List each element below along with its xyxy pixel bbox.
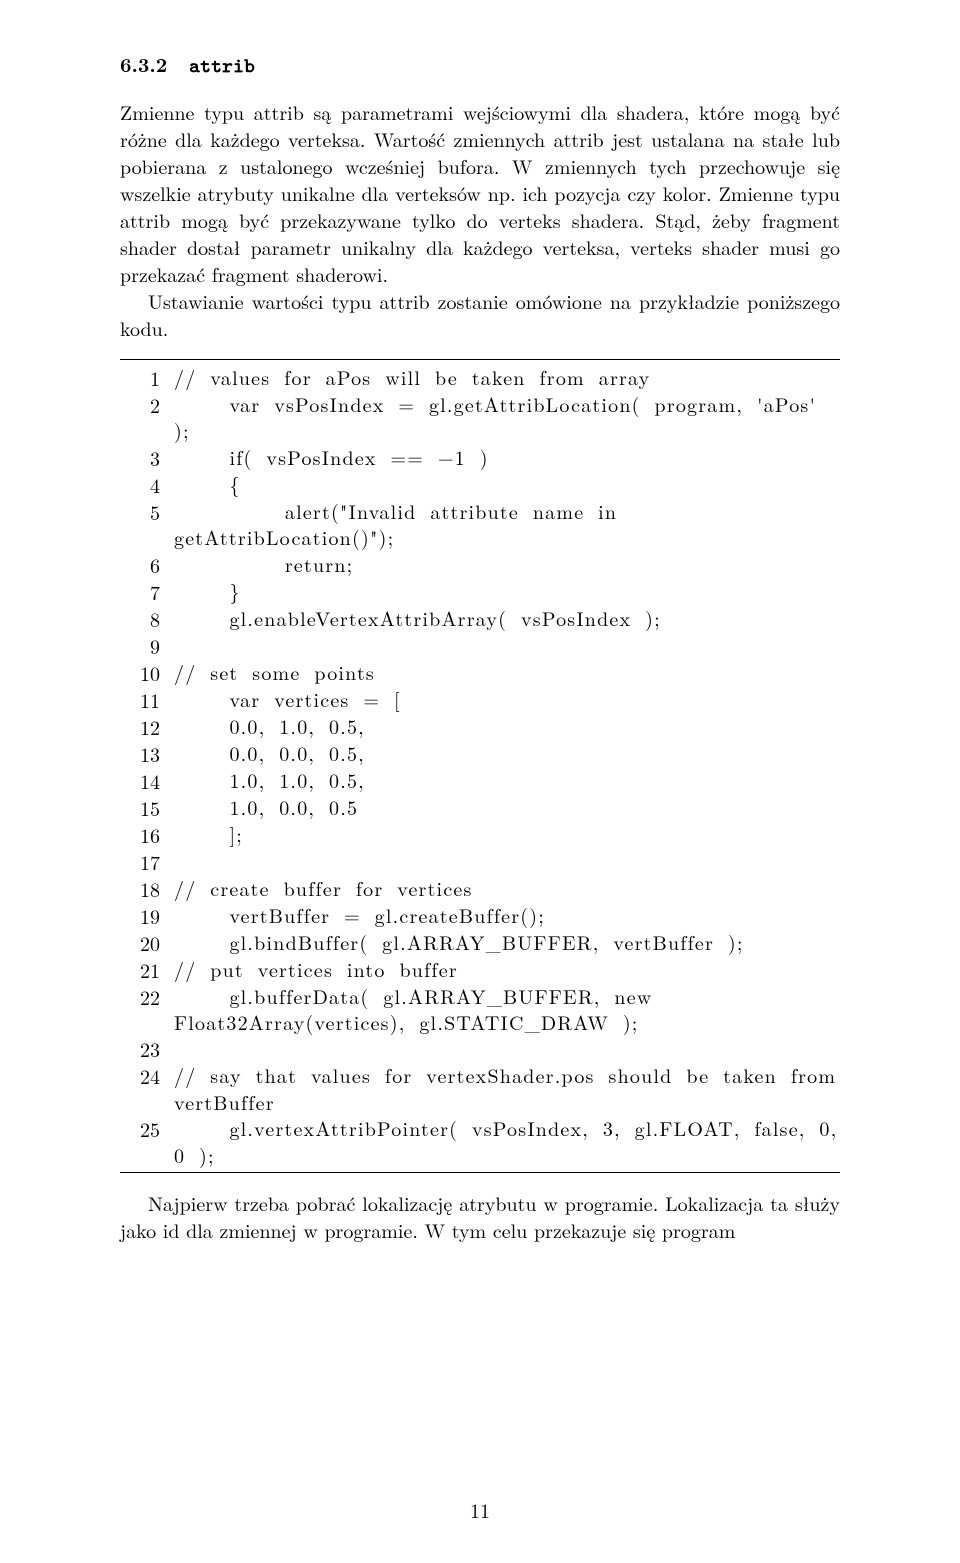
code-row: 13 0.0, 0.0, 0.5,: [120, 740, 840, 767]
line-number: 16: [120, 821, 174, 848]
code-text: alert("Invalid attribute name in getAttr…: [174, 498, 840, 551]
heading-number: 6.3.2: [120, 49, 167, 78]
line-number: 22: [120, 983, 174, 1010]
code-text: {: [174, 471, 840, 497]
code-text: // say that values for vertexShader.pos …: [174, 1062, 840, 1115]
line-number: 10: [120, 659, 174, 686]
section-heading: 6.3.2 attrib: [120, 50, 840, 80]
code-row: 24// say that values for vertexShader.po…: [120, 1062, 840, 1115]
code-text: }: [174, 578, 840, 604]
code-row: 18// create buffer for vertices: [120, 875, 840, 902]
line-number: 1: [120, 364, 174, 391]
code-row: 4 {: [120, 471, 840, 498]
code-row: 23: [120, 1035, 840, 1062]
code-row: 15 1.0, 0.0, 0.5: [120, 794, 840, 821]
line-number: 4: [120, 471, 174, 498]
page-number: 11: [0, 1496, 960, 1523]
code-text: // put vertices into buffer: [174, 956, 840, 982]
line-number: 20: [120, 929, 174, 956]
code-row: 8 gl.enableVertexAttribArray( vsPosIndex…: [120, 605, 840, 632]
code-listing: 1// values for aPos will be taken from a…: [120, 359, 840, 1173]
code-row: 25 gl.vertexAttribPointer( vsPosIndex, 3…: [120, 1115, 840, 1168]
code-text: // set some points: [174, 659, 840, 685]
line-number: 21: [120, 956, 174, 983]
code-row: 17: [120, 848, 840, 875]
code-text: 1.0, 0.0, 0.5: [174, 794, 840, 820]
code-row: 11 var vertices = [: [120, 686, 840, 713]
code-row: 22 gl.bufferData( gl.ARRAY_BUFFER, new F…: [120, 983, 840, 1036]
code-text: gl.bufferData( gl.ARRAY_BUFFER, new Floa…: [174, 983, 840, 1036]
line-number: 14: [120, 767, 174, 794]
line-number: 19: [120, 902, 174, 929]
code-text: gl.enableVertexAttribArray( vsPosIndex )…: [174, 605, 840, 631]
code-row: 16 ];: [120, 821, 840, 848]
line-number: 23: [120, 1035, 174, 1062]
line-number: 8: [120, 605, 174, 632]
page: 6.3.2 attrib Zmienne typu attrib są param…: [0, 0, 960, 1563]
code-text: vertBuffer = gl.createBuffer();: [174, 902, 840, 928]
line-number: 13: [120, 740, 174, 767]
code-row: 10// set some points: [120, 659, 840, 686]
line-number: 6: [120, 551, 174, 578]
code-text: ];: [174, 821, 840, 847]
paragraph-3: Najpierw trzeba pobrać lokalizację atryb…: [120, 1189, 840, 1243]
line-number: 17: [120, 848, 174, 875]
code-text: var vertices = [: [174, 686, 840, 712]
code-text: if( vsPosIndex == −1 ): [174, 444, 840, 470]
heading-title: attrib: [189, 53, 255, 79]
code-text: var vsPosIndex = gl.getAttribLocation( p…: [174, 391, 840, 444]
paragraph-3-text: Najpierw trzeba pobrać lokalizację atryb…: [120, 1189, 840, 1243]
code-row: 7 }: [120, 578, 840, 605]
code-row: 20 gl.bindBuffer( gl.ARRAY_BUFFER, vertB…: [120, 929, 840, 956]
code-row: 2 var vsPosIndex = gl.getAttribLocation(…: [120, 391, 840, 444]
code-row: 12 0.0, 1.0, 0.5,: [120, 713, 840, 740]
code-row: 3 if( vsPosIndex == −1 ): [120, 444, 840, 471]
line-number: 24: [120, 1062, 174, 1089]
code-row: 21// put vertices into buffer: [120, 956, 840, 983]
line-number: 15: [120, 794, 174, 821]
code-row: 9: [120, 632, 840, 659]
code-text: gl.bindBuffer( gl.ARRAY_BUFFER, vertBuff…: [174, 929, 840, 955]
code-text: 1.0, 1.0, 0.5,: [174, 767, 840, 793]
code-text: return;: [174, 551, 840, 577]
line-number: 12: [120, 713, 174, 740]
code-text: // values for aPos will be taken from ar…: [174, 364, 840, 390]
paragraph-1: Zmienne typu attrib są parametrami wejśc…: [120, 98, 840, 287]
code-text: // create buffer for vertices: [174, 875, 840, 901]
code-row: 14 1.0, 1.0, 0.5,: [120, 767, 840, 794]
paragraph-2: Ustawianie wartości typu attrib zostanie…: [120, 287, 840, 341]
code-row: 1// values for aPos will be taken from a…: [120, 364, 840, 391]
line-number: 18: [120, 875, 174, 902]
line-number: 2: [120, 391, 174, 418]
line-number: 9: [120, 632, 174, 659]
code-row: 6 return;: [120, 551, 840, 578]
line-number: 11: [120, 686, 174, 713]
code-text: 0.0, 0.0, 0.5,: [174, 740, 840, 766]
code-text: 0.0, 1.0, 0.5,: [174, 713, 840, 739]
code-text: gl.vertexAttribPointer( vsPosIndex, 3, g…: [174, 1115, 840, 1168]
line-number: 7: [120, 578, 174, 605]
code-row: 19 vertBuffer = gl.createBuffer();: [120, 902, 840, 929]
line-number: 3: [120, 444, 174, 471]
line-number: 25: [120, 1115, 174, 1142]
line-number: 5: [120, 498, 174, 525]
code-row: 5 alert("Invalid attribute name in getAt…: [120, 498, 840, 551]
